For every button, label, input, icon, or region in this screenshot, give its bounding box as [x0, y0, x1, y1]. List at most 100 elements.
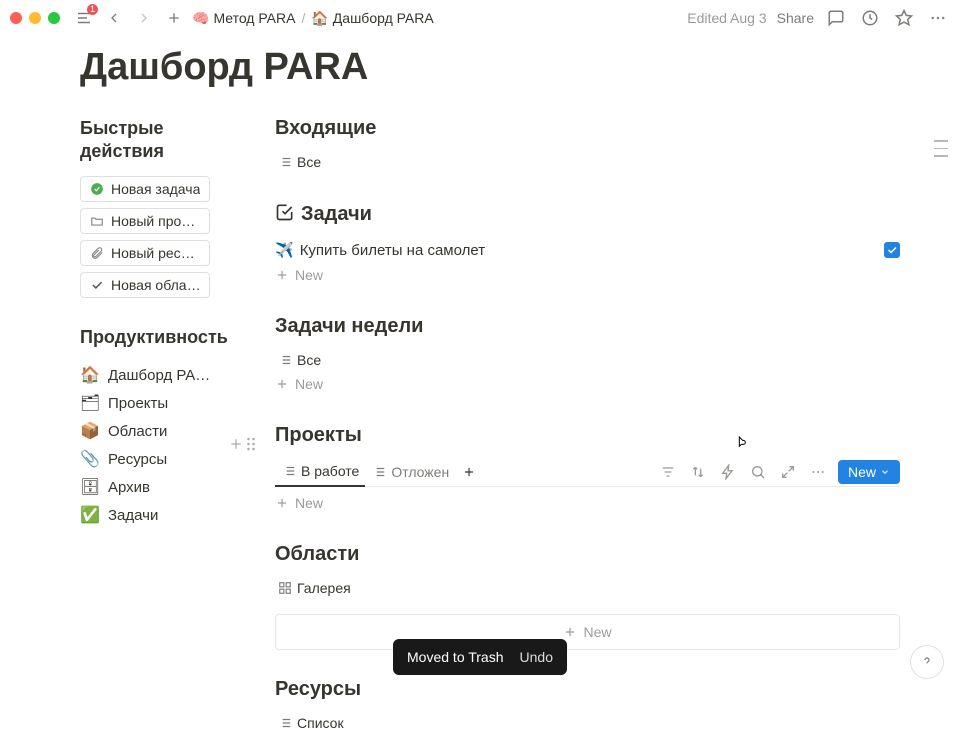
search-icon[interactable] — [748, 462, 768, 482]
action-label: Новый ресу… — [111, 245, 201, 261]
list-icon — [371, 464, 387, 480]
breadcrumb-emoji: 🏠 — [311, 10, 328, 27]
db-more-icon[interactable] — [808, 462, 828, 482]
emoji-icon: ✅ — [80, 505, 100, 525]
block-drag-handle[interactable] — [246, 436, 256, 452]
emoji-icon: 🏠 — [80, 365, 100, 385]
list-icon — [281, 463, 297, 479]
breadcrumb-item-1[interactable]: 🏠 Дашборд PARA — [311, 10, 433, 27]
areas-view-gallery[interactable]: Галерея — [275, 576, 900, 600]
task-item[interactable]: ✈️ Купить билеты на самолет — [275, 237, 900, 263]
projects-tab-active[interactable]: В работе — [275, 457, 365, 487]
inbox-view-all[interactable]: Все — [275, 150, 323, 174]
task-checkbox[interactable] — [884, 242, 900, 258]
breadcrumb-emoji: 🧠 — [192, 10, 209, 27]
areas-new-card[interactable]: New — [275, 614, 900, 650]
link-tasks[interactable]: ✅ Задачи — [80, 501, 235, 529]
expand-icon[interactable] — [778, 462, 798, 482]
list-icon — [277, 352, 293, 368]
resources-view-list[interactable]: Список — [275, 711, 346, 735]
week-view-all[interactable]: Все — [275, 348, 323, 372]
action-new-resource[interactable]: Новый ресу… — [80, 240, 210, 266]
chevron-down-icon — [880, 464, 890, 480]
favorite-icon[interactable] — [892, 6, 916, 30]
breadcrumb-label: Метод PARA — [213, 10, 295, 26]
projects-toolbar: В работе Отложен — [275, 457, 900, 487]
emoji-icon: 🗄 — [80, 477, 100, 497]
page-body: Дашборд PARA Быстрыедействия Новая задач… — [0, 36, 960, 735]
link-archive[interactable]: 🗄 Архив — [80, 473, 235, 501]
action-new-task[interactable]: Новая задача — [80, 176, 210, 202]
toast: Moved to Trash Undo — [393, 639, 567, 675]
gallery-icon — [277, 580, 293, 596]
nav-back-icon[interactable] — [102, 6, 126, 30]
link-dashboard[interactable]: 🏠 Дашборд PA… — [80, 361, 235, 389]
toast-message: Moved to Trash — [407, 649, 504, 665]
more-icon[interactable] — [926, 6, 950, 30]
plus-icon — [563, 625, 577, 639]
help-button[interactable] — [910, 645, 944, 679]
updates-icon[interactable] — [858, 6, 882, 30]
maximize-window[interactable] — [48, 12, 60, 24]
mouse-cursor — [734, 435, 750, 454]
tab-label: В работе — [301, 463, 359, 479]
action-label: Новая обла… — [111, 277, 201, 293]
tab-label: Отложен — [391, 464, 449, 480]
topbar-right: Edited Aug 3 Share — [687, 6, 950, 30]
paperclip-icon — [89, 245, 105, 261]
add-view-icon[interactable] — [459, 462, 479, 482]
new-page-icon[interactable] — [162, 6, 186, 30]
areas-heading[interactable]: Области — [275, 543, 900, 566]
action-label: Новая задача — [111, 181, 200, 197]
breadcrumb-separator: / — [301, 10, 305, 26]
plus-icon — [275, 268, 289, 282]
action-new-project[interactable]: Новый проект — [80, 208, 210, 234]
breadcrumb-item-0[interactable]: 🧠 Метод PARA — [192, 10, 295, 27]
checkmark-icon — [89, 277, 105, 293]
list-icon — [277, 715, 293, 731]
view-label: Все — [297, 352, 321, 368]
tasks-new-row[interactable]: New — [275, 263, 900, 287]
task-title: Купить билеты на самолет — [300, 242, 884, 259]
tasks-heading[interactable]: Задачи — [301, 203, 372, 226]
tasks-icon — [275, 202, 295, 227]
minimize-window[interactable] — [29, 12, 41, 24]
view-label: Список — [297, 715, 344, 731]
projects-new-row[interactable]: New — [275, 487, 900, 515]
automation-icon[interactable] — [718, 462, 738, 482]
new-label: New — [295, 376, 323, 392]
sort-icon[interactable] — [688, 462, 708, 482]
breadcrumb-label: Дашборд PARA — [333, 10, 434, 26]
close-window[interactable] — [10, 12, 22, 24]
sidebar-badge: 1 — [87, 4, 98, 15]
filter-icon[interactable] — [658, 462, 678, 482]
window-traffic-lights — [10, 12, 60, 24]
share-button[interactable]: Share — [777, 10, 814, 26]
emoji-icon: 📎 — [80, 449, 100, 469]
list-icon — [277, 154, 293, 170]
week-new-row[interactable]: New — [275, 372, 900, 396]
folder-icon — [89, 213, 105, 229]
edited-label: Edited Aug 3 — [687, 10, 766, 26]
quick-actions-heading: Быстрыедействия — [80, 117, 235, 164]
link-areas[interactable]: 📦 Области — [80, 417, 235, 445]
nav-forward-icon[interactable] — [132, 6, 156, 30]
projects-tab-deferred[interactable]: Отложен — [365, 458, 455, 486]
view-label: Все — [297, 154, 321, 170]
projects-heading[interactable]: Проекты — [275, 424, 900, 447]
new-label: New — [583, 624, 611, 640]
comments-icon[interactable] — [824, 6, 848, 30]
sidebar-toggle-icon[interactable]: 1 — [72, 6, 96, 30]
page-outline-marks[interactable] — [934, 140, 948, 157]
new-label: New — [295, 495, 323, 511]
action-new-area[interactable]: Новая обла… — [80, 272, 210, 298]
productivity-heading: Продуктивность — [80, 326, 235, 349]
toast-undo-button[interactable]: Undo — [520, 649, 553, 665]
page-title[interactable]: Дашборд PARA — [80, 46, 900, 89]
projects-new-button[interactable]: New — [838, 460, 900, 484]
link-projects[interactable]: 🗂 Проекты — [80, 389, 235, 417]
block-add-icon[interactable] — [228, 436, 244, 455]
link-label: Дашборд PA… — [108, 367, 210, 384]
link-resources[interactable]: 📎 Ресурсы — [80, 445, 235, 473]
resources-heading[interactable]: Ресурсы — [275, 678, 900, 701]
